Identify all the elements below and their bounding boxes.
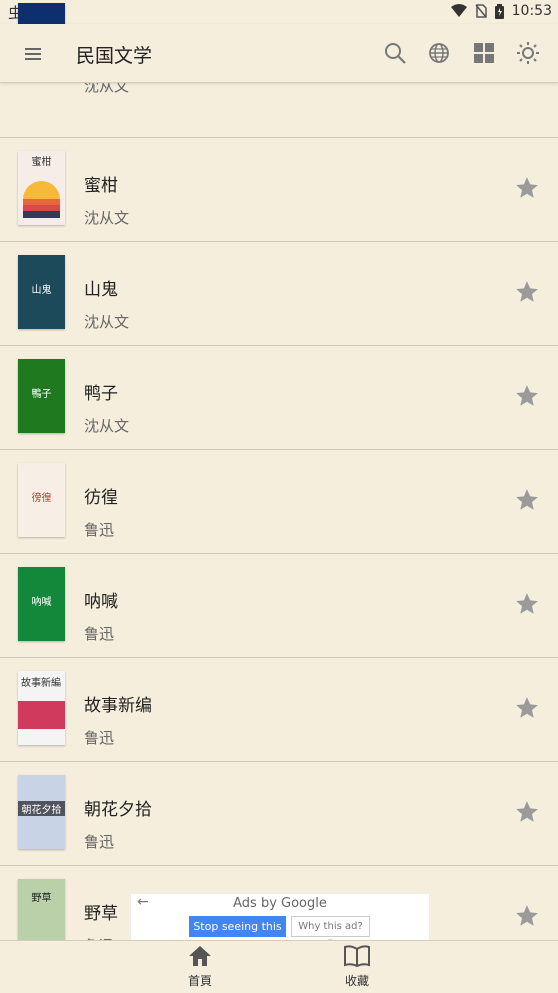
favorite-button[interactable]: [514, 591, 540, 617]
book-author: 鲁迅: [84, 729, 115, 747]
book-cover[interactable]: 吶喊: [18, 567, 65, 641]
book-author: 鲁迅: [84, 833, 115, 851]
theme-button[interactable]: [513, 38, 543, 68]
book-cover-text: 故事新編: [21, 678, 61, 689]
star-icon: [516, 905, 538, 926]
book-title: 山鬼: [84, 280, 118, 300]
star-icon: [516, 489, 538, 510]
book-cover[interactable]: 山鬼: [18, 255, 65, 329]
search-icon: [385, 43, 406, 64]
book-row[interactable]: 蜜柑 蜜柑 沈从文: [0, 137, 558, 242]
band-graphic: [18, 701, 65, 729]
book-row[interactable]: 吶喊 呐喊鲁迅: [0, 553, 558, 658]
book-title: 呐喊: [84, 592, 118, 612]
book-icon: [344, 945, 370, 968]
wifi-icon: [450, 4, 467, 17]
book-cover-text: 蜜柑: [31, 157, 52, 168]
grid-icon: [474, 43, 494, 63]
ad-label: Ads by Google: [233, 896, 327, 911]
book-row[interactable]: 故事新編故事新编鲁迅: [0, 657, 558, 762]
favorite-button[interactable]: [514, 175, 540, 201]
nav-home-label: 首頁: [187, 974, 212, 988]
book-cover[interactable]: 蜜柑: [18, 151, 65, 225]
book-title: 朝花夕拾: [84, 800, 152, 820]
grid-view-button[interactable]: [469, 38, 499, 68]
book-row[interactable]: 朝花夕拾 朝花夕拾鲁迅: [0, 761, 558, 866]
stripe-graphic: [23, 211, 60, 218]
nav-favorites[interactable]: 收藏: [317, 945, 397, 989]
book-cover-text: 朝花夕拾: [18, 801, 65, 816]
star-icon: [516, 177, 538, 198]
favorite-button[interactable]: [514, 279, 540, 305]
book-cover[interactable]: 朝花夕拾: [18, 775, 65, 849]
brightness-icon: [517, 42, 539, 64]
book-cover[interactable]: 徬徨: [18, 463, 65, 537]
book-row[interactable]: 鴨子 鸭子沈从文: [0, 345, 558, 450]
book-row[interactable]: 徬徨 彷徨鲁迅: [0, 449, 558, 554]
bottom-nav: 首頁 收藏: [0, 940, 558, 993]
book-cover-text: 徬徨: [31, 493, 52, 504]
book-title: 野草: [84, 904, 118, 924]
home-icon: [189, 946, 211, 966]
app-bar: 民国文学: [0, 24, 558, 83]
book-author: 鲁迅: [84, 625, 115, 643]
star-icon: [516, 281, 538, 302]
book-cover-text: 野草: [31, 893, 52, 904]
book-author: 沈从文: [84, 417, 130, 435]
nav-home[interactable]: 首頁: [160, 945, 240, 989]
nav-favorites-label: 收藏: [344, 974, 369, 988]
page-title: 民国文学: [76, 45, 153, 67]
book-author: 鲁迅: [84, 521, 115, 539]
stop-seeing-ad-button[interactable]: Stop seeing this ad: [189, 916, 286, 954]
book-author: 沈从文: [84, 209, 130, 227]
book-row[interactable]: 山鬼 山鬼沈从文: [0, 241, 558, 346]
book-title: 彷徨: [84, 488, 118, 508]
no-sim-icon: [475, 4, 487, 18]
book-title: 鸭子: [84, 384, 118, 404]
star-icon: [516, 385, 538, 406]
menu-icon: [25, 48, 41, 60]
favorite-button[interactable]: [514, 487, 540, 513]
favorite-button[interactable]: [514, 799, 540, 825]
book-cover[interactable]: 鴨子: [18, 359, 65, 433]
book-cover[interactable]: 故事新編: [18, 671, 65, 745]
globe-icon: [429, 43, 449, 63]
book-author: 沈从文: [84, 313, 130, 331]
favorite-button[interactable]: [514, 383, 540, 409]
language-button[interactable]: [424, 38, 454, 68]
search-button[interactable]: [380, 38, 410, 68]
star-icon: [516, 801, 538, 822]
book-cover-text: 吶喊: [31, 597, 52, 608]
book-title: 蜜柑: [84, 176, 118, 196]
favorite-button[interactable]: [514, 695, 540, 721]
book-cover-text: 山鬼: [31, 285, 52, 296]
menu-button[interactable]: [18, 39, 48, 69]
book-cover-text: 鴨子: [31, 389, 52, 400]
star-icon: [516, 697, 538, 718]
star-icon: [516, 593, 538, 614]
book-title: 故事新编: [84, 696, 152, 716]
status-bar: 虫 虫 10:53: [0, 0, 558, 24]
favorite-button[interactable]: [514, 903, 540, 929]
battery-icon: [494, 3, 504, 19]
why-this-ad-button[interactable]: Why this ad? ⓘ: [291, 916, 370, 951]
status-right: 10:53: [450, 3, 552, 19]
clock: 10:53: [511, 3, 552, 19]
ad-banner[interactable]: ← Ads by Google Stop seeing this ad Why …: [130, 893, 430, 954]
